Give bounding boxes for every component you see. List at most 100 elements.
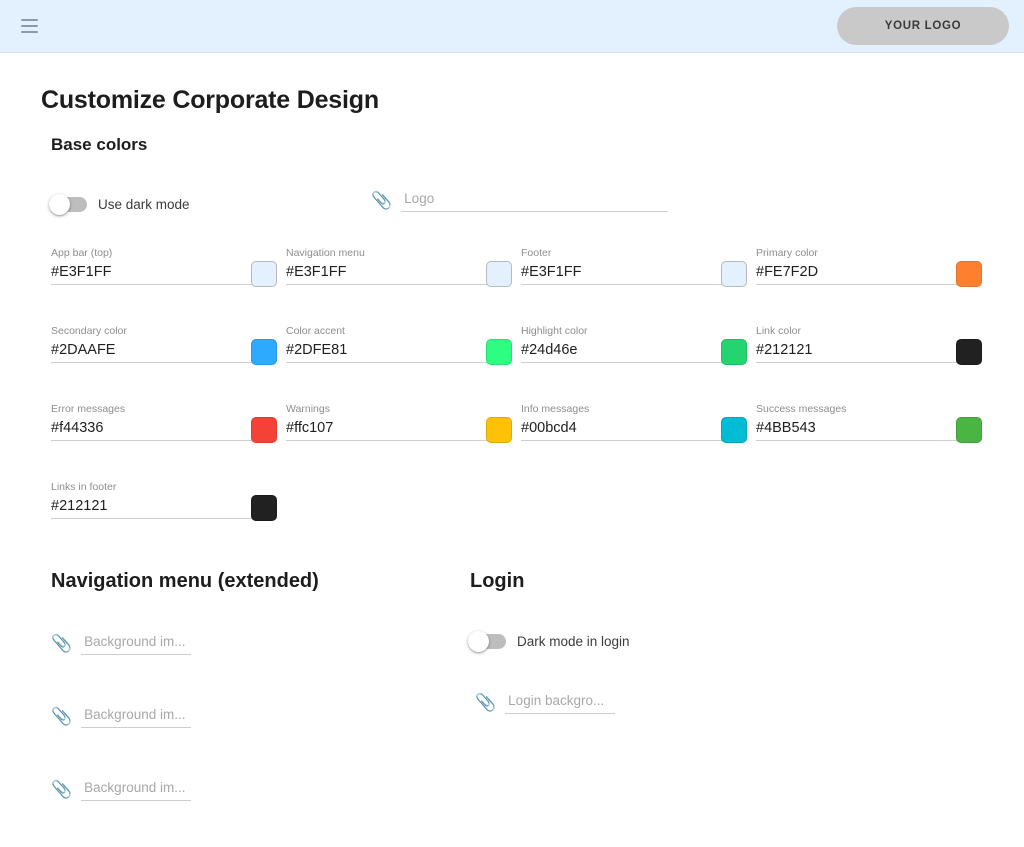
color-field-input[interactable] (286, 264, 436, 280)
color-swatch[interactable] (721, 339, 747, 365)
color-field-input[interactable] (51, 264, 201, 280)
nav-background-input-3[interactable] (81, 780, 192, 801)
field-underline (51, 362, 267, 363)
login-background-upload[interactable]: 📎 (470, 693, 940, 714)
color-field-info-messages: Info messages (521, 396, 747, 474)
color-swatch[interactable] (251, 261, 277, 287)
login-background-input[interactable] (505, 693, 616, 714)
paperclip-icon: 📎 (51, 634, 73, 653)
field-underline (521, 362, 737, 363)
color-field-footer: Footer (521, 240, 747, 318)
color-swatch[interactable] (251, 417, 277, 443)
color-field-input[interactable] (286, 420, 436, 436)
color-field-label: Footer (521, 247, 552, 259)
color-swatch[interactable] (486, 417, 512, 443)
color-swatch[interactable] (251, 495, 277, 521)
color-swatch[interactable] (956, 261, 982, 287)
logo-button[interactable]: YOUR LOGO (837, 7, 1009, 45)
color-field-label: Warnings (286, 403, 330, 415)
field-underline (286, 284, 502, 285)
color-field-label: Error messages (51, 403, 126, 415)
logo-upload-input[interactable] (401, 191, 669, 212)
nav-background-input-2[interactable] (81, 707, 192, 728)
color-field-label: Links in footer (51, 481, 117, 493)
color-field-label: Highlight color (521, 325, 588, 337)
nav-background-upload-1[interactable]: 📎 (51, 634, 470, 655)
color-field-input[interactable] (521, 264, 671, 280)
color-field-color-accent: Color accent (286, 318, 512, 396)
logo-text: YOUR LOGO (884, 20, 962, 32)
color-field-label: Navigation menu (286, 247, 365, 259)
color-field-input[interactable] (756, 342, 906, 358)
field-underline (756, 440, 972, 441)
navigation-menu-heading: Navigation menu (extended) (51, 570, 319, 592)
color-field-input[interactable] (756, 420, 906, 436)
color-field-input[interactable] (756, 264, 906, 280)
switch-knob (468, 631, 489, 652)
use-dark-mode-label: Use dark mode (98, 197, 190, 212)
page-title: Customize Corporate Design (41, 86, 379, 114)
color-field-label: Primary color (756, 247, 818, 259)
switch-knob (49, 194, 70, 215)
login-dark-mode-toggle[interactable]: Dark mode in login (468, 631, 940, 652)
color-field-input[interactable] (521, 342, 671, 358)
paperclip-icon: 📎 (51, 707, 73, 726)
nav-background-upload-2[interactable]: 📎 (51, 707, 470, 728)
color-swatch[interactable] (486, 261, 512, 287)
use-dark-mode-switch[interactable] (49, 194, 87, 215)
login-dark-mode-switch[interactable] (468, 631, 506, 652)
color-field-input[interactable] (521, 420, 671, 436)
logo-upload-field[interactable]: 📎 (371, 191, 669, 212)
color-field-label: Success messages (756, 403, 847, 415)
color-field-input[interactable] (51, 498, 201, 514)
field-underline (521, 284, 737, 285)
color-field-success-messages: Success messages (756, 396, 982, 474)
nav-background-upload-3[interactable]: 📎 (51, 780, 470, 801)
color-swatch[interactable] (721, 417, 747, 443)
field-underline (521, 440, 737, 441)
field-underline (51, 518, 267, 519)
color-field-highlight-color: Highlight color (521, 318, 747, 396)
color-field-link-color: Link color (756, 318, 982, 396)
field-underline (756, 362, 972, 363)
color-field-input[interactable] (286, 342, 436, 358)
use-dark-mode-toggle[interactable]: Use dark mode (49, 194, 371, 215)
bottom-sections: Navigation menu (extended) 📎 📎 📎 Login (0, 570, 1024, 801)
color-field-label: Secondary color (51, 325, 127, 337)
color-field-label: Info messages (521, 403, 590, 415)
color-field-secondary-color: Secondary color (51, 318, 277, 396)
color-field-navigation-menu: Navigation menu (286, 240, 512, 318)
login-section: Login Dark mode in login 📎 (468, 570, 940, 801)
base-colors-heading: Base colors (51, 135, 148, 154)
field-underline (756, 284, 972, 285)
paperclip-icon: 📎 (51, 780, 73, 799)
color-field-input[interactable] (51, 342, 201, 358)
color-field-input[interactable] (51, 420, 201, 436)
color-field-label: Link color (756, 325, 801, 337)
color-field-label: Color accent (286, 325, 345, 337)
field-underline (51, 284, 267, 285)
paperclip-icon: 📎 (475, 693, 497, 712)
color-field-label: App bar (top) (51, 247, 113, 259)
color-swatch[interactable] (251, 339, 277, 365)
login-dark-mode-label: Dark mode in login (517, 634, 630, 649)
app-bar: YOUR LOGO (0, 0, 1024, 53)
color-field-warnings: Warnings (286, 396, 512, 474)
color-field-error-messages: Error messages (51, 396, 277, 474)
login-heading: Login (470, 570, 525, 592)
navigation-menu-section: Navigation menu (extended) 📎 📎 📎 (0, 570, 470, 801)
nav-background-input-1[interactable] (81, 634, 192, 655)
color-swatch[interactable] (486, 339, 512, 365)
field-underline (286, 362, 502, 363)
color-swatch[interactable] (956, 417, 982, 443)
color-field-links-in-footer: Links in footer (51, 474, 277, 552)
field-underline (51, 440, 267, 441)
page-content: Customize Corporate Design Base colors U… (0, 86, 1024, 847)
color-field-app-bar: App bar (top) (51, 240, 277, 318)
paperclip-icon: 📎 (371, 191, 393, 210)
hamburger-menu-icon[interactable] (15, 12, 43, 40)
color-fields-grid: App bar (top) Navigation menu Footer Pri… (51, 240, 991, 552)
color-swatch[interactable] (721, 261, 747, 287)
color-swatch[interactable] (956, 339, 982, 365)
field-underline (286, 440, 502, 441)
